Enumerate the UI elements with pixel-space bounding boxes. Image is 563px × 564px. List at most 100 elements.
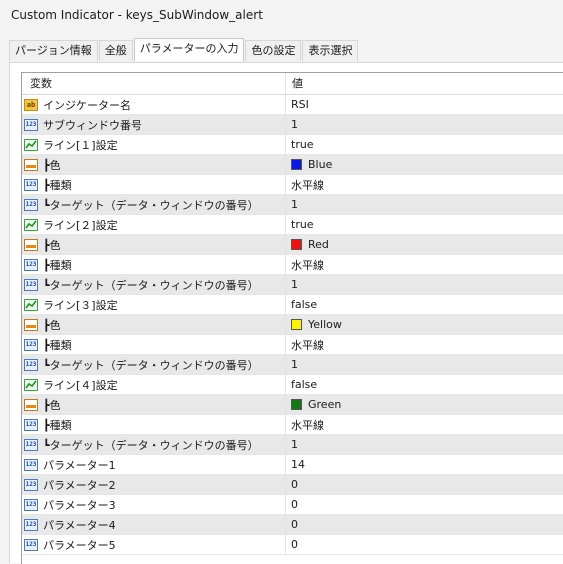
table-row[interactable]: 123 ┗ターゲット（データ・ウィンドウの番号） 1 <box>22 355 563 375</box>
variable-column-header[interactable]: 変数 <box>22 73 286 94</box>
table-row[interactable]: 123 サブウィンドウ番号 1 <box>22 115 563 135</box>
value-text: Yellow <box>308 318 342 331</box>
value-cell[interactable]: Blue <box>286 155 563 174</box>
value-cell[interactable]: Red <box>286 235 563 254</box>
value-text: 1 <box>291 358 298 371</box>
table-row[interactable]: ライン[４]設定 false <box>22 375 563 395</box>
variable-cell: 123 パラメーター1 <box>22 455 286 474</box>
variable-cell: 123 ┗ターゲット（データ・ウィンドウの番号） <box>22 195 286 214</box>
variable-cell: 123 サブウィンドウ番号 <box>22 115 286 134</box>
variable-label: ┗ターゲット（データ・ウィンドウの番号） <box>43 278 259 292</box>
value-text: 水平線 <box>291 338 324 352</box>
value-text: 1 <box>291 198 298 211</box>
ab-icon: ab <box>24 98 38 111</box>
variable-label: ┣色 <box>43 398 61 412</box>
variable-label: ┣種類 <box>43 418 72 432</box>
value-cell[interactable]: Green <box>286 395 563 414</box>
table-row[interactable]: 123 ┗ターゲット（データ・ウィンドウの番号） 1 <box>22 435 563 455</box>
table-row[interactable]: 123 ┣種類 水平線 <box>22 175 563 195</box>
variable-cell: 123 ┣種類 <box>22 415 286 434</box>
color-icon <box>24 238 38 251</box>
value-cell[interactable]: 1 <box>286 435 563 454</box>
value-cell[interactable]: 1 <box>286 275 563 294</box>
value-cell[interactable]: 水平線 <box>286 175 563 194</box>
number-icon: 123 <box>24 118 38 131</box>
table-row[interactable]: ライン[２]設定 true <box>22 215 563 235</box>
table-row[interactable]: ┣色 Yellow <box>22 315 563 335</box>
table-row[interactable]: 123 パラメーター3 0 <box>22 495 563 515</box>
value-cell[interactable]: 水平線 <box>286 415 563 434</box>
value-cell[interactable]: false <box>286 375 563 394</box>
tab-general[interactable]: 全般 <box>98 40 133 61</box>
variable-label: ┣種類 <box>43 338 72 352</box>
value-cell[interactable]: 1 <box>286 355 563 374</box>
table-row[interactable]: 123 ┣種類 水平線 <box>22 255 563 275</box>
value-cell[interactable]: 水平線 <box>286 335 563 354</box>
tab-version-info[interactable]: パージョン情報 <box>9 40 98 61</box>
number-icon: 123 <box>24 478 38 491</box>
table-row[interactable]: 123 パラメーター5 0 <box>22 535 563 555</box>
value-cell[interactable]: true <box>286 135 563 154</box>
value-text: 水平線 <box>291 418 324 432</box>
table-row[interactable]: 123 パラメーター1 14 <box>22 455 563 475</box>
value-text: 水平線 <box>291 178 324 192</box>
color-swatch <box>291 399 302 410</box>
table-row[interactable]: 123 パラメーター2 0 <box>22 475 563 495</box>
variable-label: パラメーター1 <box>43 458 116 472</box>
color-swatch <box>291 239 302 250</box>
value-cell[interactable]: 0 <box>286 495 563 514</box>
number-icon: 123 <box>24 538 38 551</box>
tab-visualization[interactable]: 表示選択 <box>302 40 359 61</box>
value-text: true <box>291 138 314 151</box>
value-cell[interactable]: 0 <box>286 475 563 494</box>
variable-cell: 123 ┣種類 <box>22 175 286 194</box>
table-row[interactable]: 123 ┣種類 水平線 <box>22 415 563 435</box>
value-cell[interactable]: Yellow <box>286 315 563 334</box>
value-text: RSI <box>291 98 309 111</box>
variable-label: ライン[１]設定 <box>43 138 118 152</box>
table-row[interactable]: ┣色 Green <box>22 395 563 415</box>
variable-label: ┣色 <box>43 318 61 332</box>
value-text: 0 <box>291 498 298 511</box>
value-cell[interactable]: 0 <box>286 515 563 534</box>
value-cell[interactable]: 1 <box>286 115 563 134</box>
line-icon <box>24 138 38 151</box>
table-row[interactable]: 123 パラメーター4 0 <box>22 515 563 535</box>
number-icon: 123 <box>24 458 38 471</box>
value-cell[interactable]: true <box>286 215 563 234</box>
variable-label: サブウィンドウ番号 <box>43 118 142 132</box>
value-cell[interactable]: RSI <box>286 95 563 114</box>
value-text: 水平線 <box>291 258 324 272</box>
value-column-header[interactable]: 値 <box>286 73 563 94</box>
value-cell[interactable]: 水平線 <box>286 255 563 274</box>
variable-label: パラメーター2 <box>43 478 116 492</box>
variable-label: ライン[２]設定 <box>43 218 118 232</box>
table-row[interactable]: 123 ┗ターゲット（データ・ウィンドウの番号） 1 <box>22 195 563 215</box>
variable-label: ┣色 <box>43 158 61 172</box>
variable-cell: 123 パラメーター3 <box>22 495 286 514</box>
table-row[interactable]: 123 ┣種類 水平線 <box>22 335 563 355</box>
variable-cell: 123 パラメーター5 <box>22 535 286 554</box>
tab-colors[interactable]: 色の設定 <box>245 40 302 61</box>
value-cell[interactable]: 1 <box>286 195 563 214</box>
number-icon: 123 <box>24 338 38 351</box>
grid-rows: ab インジケーター名 RSI 123 サブウィンドウ番号 1 ライン[１]設定 true ┣色… <box>22 95 563 555</box>
table-row[interactable]: ┣色 Red <box>22 235 563 255</box>
table-row[interactable]: 123 ┗ターゲット（データ・ウィンドウの番号） 1 <box>22 275 563 295</box>
value-text: 0 <box>291 538 298 551</box>
number-icon: 123 <box>24 258 38 271</box>
table-row[interactable]: ab インジケーター名 RSI <box>22 95 563 115</box>
variable-label: パラメーター4 <box>43 518 116 532</box>
value-cell[interactable]: 0 <box>286 535 563 554</box>
grid-header: 変数 値 <box>22 73 563 95</box>
table-row[interactable]: ┣色 Blue <box>22 155 563 175</box>
tab-inputs[interactable]: パラメーターの入力 <box>133 38 245 61</box>
table-row[interactable]: ライン[３]設定 false <box>22 295 563 315</box>
table-row[interactable]: ライン[１]設定 true <box>22 135 563 155</box>
value-cell[interactable]: 14 <box>286 455 563 474</box>
color-swatch <box>291 319 302 330</box>
value-cell[interactable]: false <box>286 295 563 314</box>
number-icon: 123 <box>24 278 38 291</box>
value-text: 14 <box>291 458 305 471</box>
tab-panel: 変数 値 ab インジケーター名 RSI 123 サブウィンドウ番号 1 ライン[１]設定 t… <box>9 62 563 564</box>
